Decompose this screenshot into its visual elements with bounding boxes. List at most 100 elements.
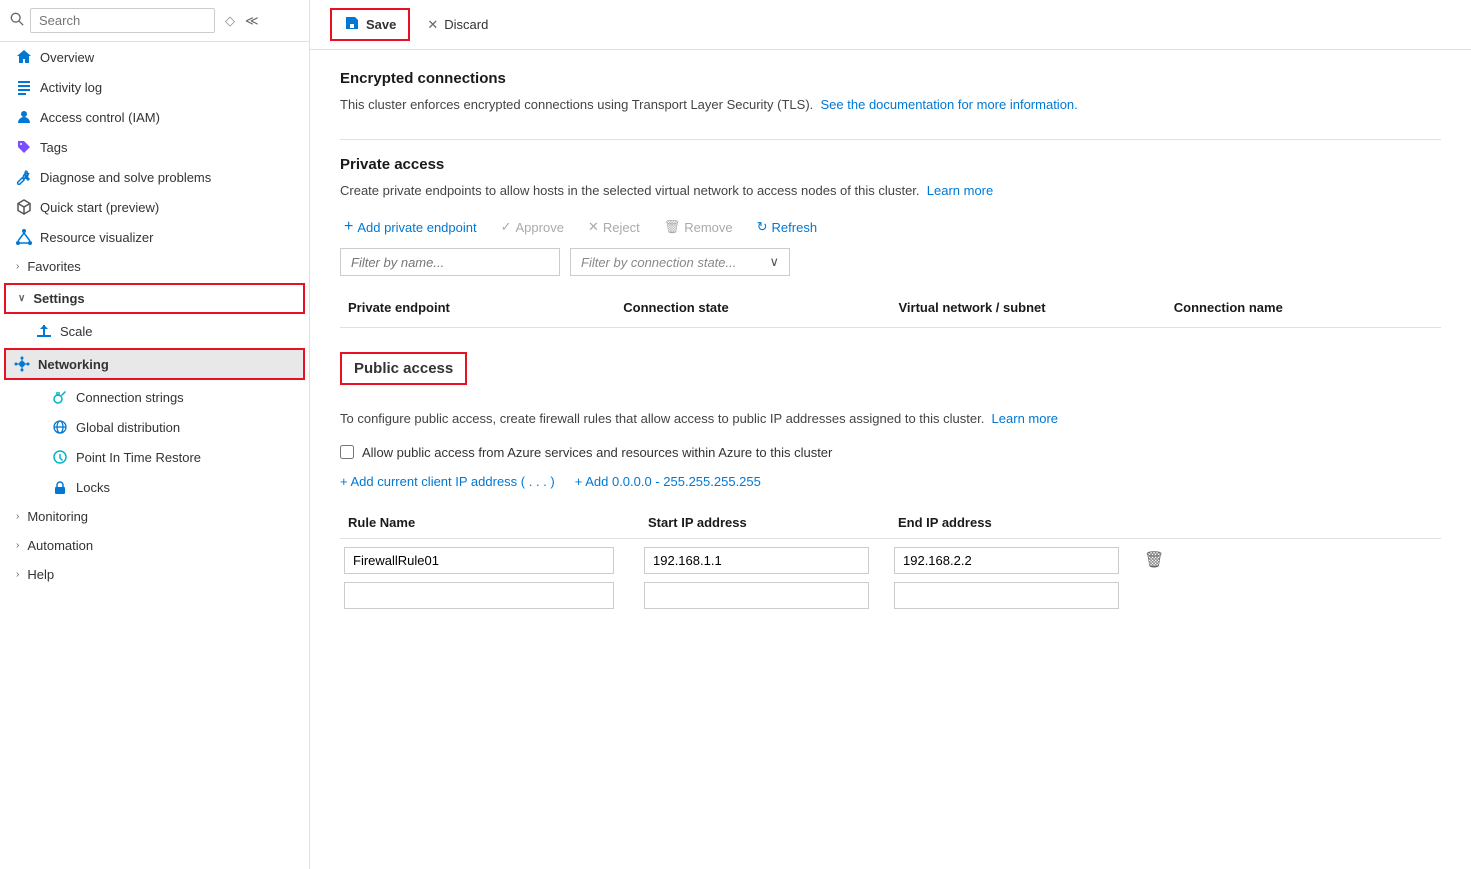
sidebar-item-global-distribution[interactable]: Global distribution: [0, 412, 309, 442]
public-access-link[interactable]: Learn more: [992, 411, 1058, 426]
encrypted-connections-desc: This cluster enforces encrypted connecti…: [340, 95, 1441, 115]
sidebar-item-label: Locks: [76, 480, 110, 495]
fw-rule-name-2[interactable]: [344, 582, 614, 609]
sidebar-item-label: Scale: [60, 324, 93, 339]
reject-button[interactable]: ✕ Reject: [584, 217, 644, 237]
discard-icon: ✕: [427, 17, 438, 33]
private-desc-text: Create private endpoints to allow hosts …: [340, 183, 920, 198]
approve-button[interactable]: ✓ Approve: [497, 217, 568, 237]
wrench-icon: [16, 169, 32, 185]
clock-icon: [52, 449, 68, 465]
save-label: Save: [366, 17, 396, 32]
plug-icon: [52, 389, 68, 405]
remove-button[interactable]: 🗑 Remove: [660, 217, 737, 237]
filter-name-input[interactable]: [340, 248, 560, 276]
sidebar-item-help[interactable]: › Help: [0, 560, 309, 589]
public-access-title: Public access: [340, 352, 467, 385]
sidebar-item-networking[interactable]: Networking: [4, 348, 305, 380]
trash-icon: 🗑: [664, 219, 681, 235]
sidebar-search-container: ◇ ≪: [0, 0, 309, 42]
add-current-ip-link[interactable]: + Add current client IP address ( . . . …: [340, 474, 555, 489]
sidebar-item-quickstart[interactable]: Quick start (preview): [0, 192, 309, 222]
discard-label: Discard: [444, 17, 488, 32]
fw-cell-delete-1: 🗑: [1140, 548, 1180, 572]
sidebar-item-label: Tags: [40, 140, 67, 155]
sidebar-item-label: Activity log: [40, 80, 102, 95]
fw-start-ip-1[interactable]: [644, 547, 869, 574]
refresh-label: Refresh: [772, 220, 818, 235]
encrypted-desc-text: This cluster enforces encrypted connecti…: [340, 97, 813, 112]
network-icon: [14, 356, 30, 372]
sidebar-item-overview[interactable]: Overview: [0, 42, 309, 72]
fw-start-ip-2[interactable]: [644, 582, 869, 609]
private-access-section: Private access Create private endpoints …: [340, 156, 1441, 329]
col-private-endpoint: Private endpoint: [340, 296, 615, 319]
fw-cell-start-2: [640, 582, 890, 609]
filter-state-label: Filter by connection state...: [581, 255, 769, 270]
sidebar-item-diagnose[interactable]: Diagnose and solve problems: [0, 162, 309, 192]
encrypted-connections-link[interactable]: See the documentation for more informati…: [821, 97, 1078, 112]
fw-col-rule-name: Rule Name: [340, 513, 640, 532]
filter-row: Filter by connection state... ∨: [340, 248, 1441, 276]
encrypted-connections-title: Encrypted connections: [340, 70, 1441, 87]
sidebar-item-label: Automation: [27, 538, 93, 553]
sidebar-item-connection-strings[interactable]: Connection strings: [0, 382, 309, 412]
sidebar-item-locks[interactable]: Locks: [0, 472, 309, 502]
fw-end-ip-2[interactable]: [894, 582, 1119, 609]
tag-icon: [16, 139, 32, 155]
fw-cell-start-1: [640, 547, 890, 574]
sidebar-item-access-control[interactable]: Access control (IAM): [0, 102, 309, 132]
fw-end-ip-1[interactable]: [894, 547, 1119, 574]
lock-icon: [52, 479, 68, 495]
sidebar-item-label: Point In Time Restore: [76, 450, 201, 465]
sidebar-item-monitoring[interactable]: › Monitoring: [0, 502, 309, 531]
person-icon: [16, 109, 32, 125]
add-private-endpoint-button[interactable]: + Add private endpoint: [340, 216, 481, 238]
firewall-row-2: [340, 582, 1441, 609]
private-access-link[interactable]: Learn more: [927, 183, 993, 198]
search-input[interactable]: [30, 8, 215, 33]
sidebar-item-label: Quick start (preview): [40, 200, 159, 215]
sidebar-item-scale[interactable]: Scale: [0, 316, 309, 346]
add-ip-range-link[interactable]: + Add 0.0.0.0 - 255.255.255.255: [575, 474, 761, 489]
check-icon: ✓: [501, 219, 512, 235]
sidebar-item-activity-log[interactable]: Activity log: [0, 72, 309, 102]
fw-rule-name-1[interactable]: [344, 547, 614, 574]
azure-services-label: Allow public access from Azure services …: [362, 445, 832, 460]
collapse-sidebar-button[interactable]: ≪: [245, 13, 259, 29]
fw-cell-end-2: [890, 582, 1140, 609]
home-icon: [16, 49, 32, 65]
globe-icon: [52, 419, 68, 435]
public-access-section: Public access To configure public access…: [340, 352, 1441, 609]
approve-label: Approve: [516, 220, 564, 235]
fw-cell-end-1: [890, 547, 1140, 574]
encrypted-connections-section: Encrypted connections This cluster enfor…: [340, 70, 1441, 115]
sidebar-item-label: Favorites: [27, 259, 80, 274]
save-icon: [344, 15, 360, 34]
sidebar-item-label: Connection strings: [76, 390, 184, 405]
main-content: Save ✕ Discard Encrypted connections Thi…: [310, 0, 1471, 869]
chevron-right-icon: ›: [16, 261, 19, 272]
sidebar-item-resource-visualizer[interactable]: Resource visualizer: [0, 222, 309, 252]
sidebar-item-automation[interactable]: › Automation: [0, 531, 309, 560]
sidebar-item-label: Settings: [33, 291, 84, 306]
filter-state-dropdown[interactable]: Filter by connection state... ∨: [570, 248, 790, 276]
private-access-desc: Create private endpoints to allow hosts …: [340, 181, 1441, 201]
firewall-table-header: Rule Name Start IP address End IP addres…: [340, 507, 1441, 539]
sidebar-item-label: Help: [27, 567, 54, 582]
reject-label: Reject: [603, 220, 640, 235]
sidebar-item-favorites[interactable]: › Favorites: [0, 252, 309, 281]
col-connection-name: Connection name: [1166, 296, 1441, 319]
sidebar-item-tags[interactable]: Tags: [0, 132, 309, 162]
save-button[interactable]: Save: [330, 8, 410, 41]
sidebar-item-settings[interactable]: ∨ Settings: [4, 283, 305, 314]
delete-rule-1-button[interactable]: 🗑: [1140, 548, 1168, 572]
fw-col-action: [1140, 513, 1180, 532]
sidebar-item-label: Networking: [38, 357, 109, 372]
azure-services-checkbox[interactable]: [340, 445, 354, 459]
discard-button[interactable]: ✕ Discard: [414, 11, 501, 39]
refresh-button[interactable]: ↻ Refresh: [753, 217, 821, 237]
sidebar-item-point-in-time[interactable]: Point In Time Restore: [0, 442, 309, 472]
chevron-right-icon-help: ›: [16, 569, 19, 580]
sidebar: ◇ ≪ Overview Activity log Access control…: [0, 0, 310, 869]
